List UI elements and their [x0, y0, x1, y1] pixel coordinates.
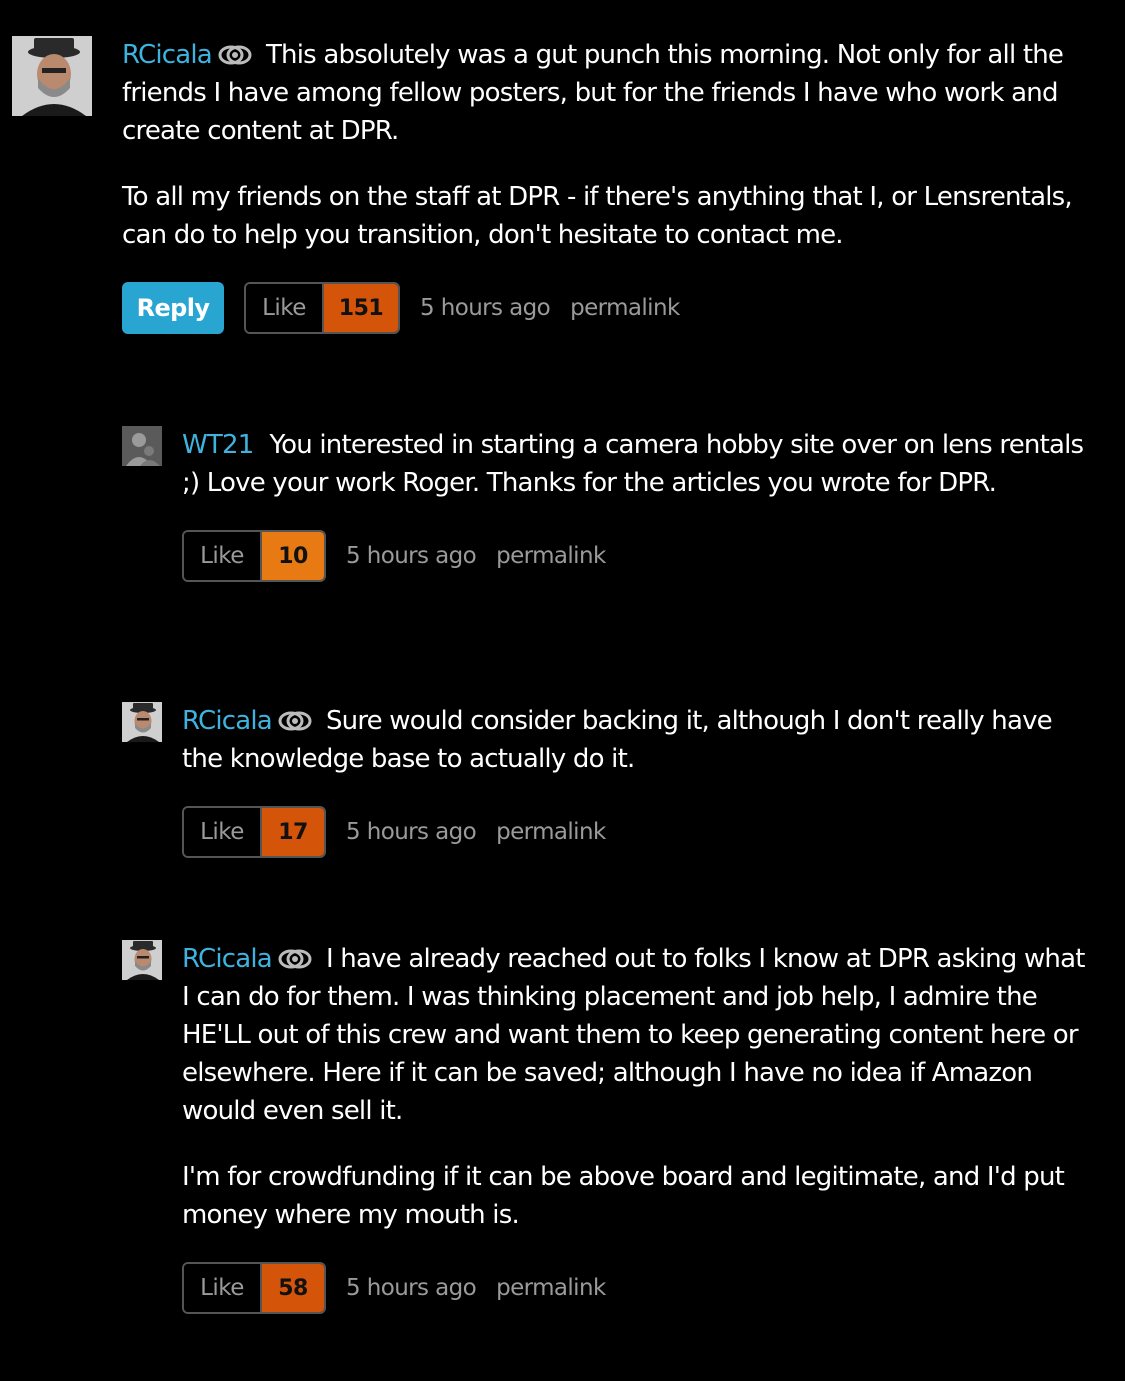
- like-button[interactable]: Like: [184, 532, 262, 580]
- avatar-photo: [122, 702, 162, 742]
- username-link[interactable]: RCicala: [122, 40, 213, 70]
- like-count: 10: [262, 532, 324, 580]
- permalink-link[interactable]: permalink: [496, 543, 606, 569]
- username-link[interactable]: RCicala: [182, 706, 273, 736]
- like-count: 58: [262, 1264, 324, 1312]
- comment-actions: Like 10 5 hours ago permalink: [182, 530, 1092, 582]
- comment-text: RCicala Sure would consider backing it, a…: [182, 702, 1092, 778]
- timestamp: 5 hours ago: [346, 543, 477, 569]
- comment-paragraph: This absolutely was a gut punch this mor…: [122, 40, 1064, 146]
- default-avatar-icon: [122, 426, 162, 466]
- user-avatar[interactable]: [122, 426, 162, 466]
- comment-paragraph: You interested in starting a camera hobb…: [182, 430, 1084, 498]
- user-avatar[interactable]: [122, 702, 162, 742]
- reply-button[interactable]: Reply: [122, 282, 224, 334]
- comment-text: RCicala I have already reached out to fol…: [182, 940, 1092, 1130]
- username-link[interactable]: RCicala: [182, 944, 273, 974]
- permalink-link[interactable]: permalink: [496, 819, 606, 845]
- comment-paragraph: I'm for crowdfunding if it can be above …: [182, 1162, 1065, 1230]
- avatar-photo: [12, 36, 92, 116]
- permalink-link[interactable]: permalink: [496, 1275, 606, 1301]
- comment-text: RCicala This absolutely was a gut punch t…: [122, 36, 1092, 150]
- lensrentals-badge-icon: [278, 710, 312, 732]
- like-widget: Like 58: [182, 1262, 326, 1314]
- comment-actions: Like 58 5 hours ago permalink: [182, 1262, 1092, 1314]
- permalink-link[interactable]: permalink: [570, 295, 680, 321]
- comment-actions: Like 17 5 hours ago permalink: [182, 806, 1092, 858]
- like-button[interactable]: Like: [184, 808, 262, 856]
- comment-paragraph: I have already reached out to folks I kn…: [182, 944, 1085, 1126]
- like-button[interactable]: Like: [246, 284, 324, 332]
- like-widget: Like 10: [182, 530, 326, 582]
- timestamp: 5 hours ago: [346, 1275, 477, 1301]
- like-count: 151: [324, 284, 398, 332]
- comment-paragraph: Sure would consider backing it, although…: [182, 706, 1053, 774]
- comment-text: WT21 You interested in starting a camera …: [182, 426, 1092, 502]
- avatar-photo: [122, 940, 162, 980]
- username-link[interactable]: WT21: [182, 430, 254, 460]
- lensrentals-badge-icon: [218, 44, 252, 66]
- user-avatar[interactable]: [122, 940, 162, 980]
- lensrentals-badge-icon: [278, 948, 312, 970]
- timestamp: 5 hours ago: [346, 819, 477, 845]
- like-button[interactable]: Like: [184, 1264, 262, 1312]
- like-widget: Like 151: [244, 282, 400, 334]
- like-widget: Like 17: [182, 806, 326, 858]
- comment-actions: Reply Like 151 5 hours ago permalink: [122, 282, 1092, 334]
- timestamp: 5 hours ago: [420, 295, 551, 321]
- like-count: 17: [262, 808, 324, 856]
- comment-paragraph: To all my friends on the staff at DPR - …: [122, 182, 1073, 250]
- user-avatar[interactable]: [12, 36, 92, 116]
